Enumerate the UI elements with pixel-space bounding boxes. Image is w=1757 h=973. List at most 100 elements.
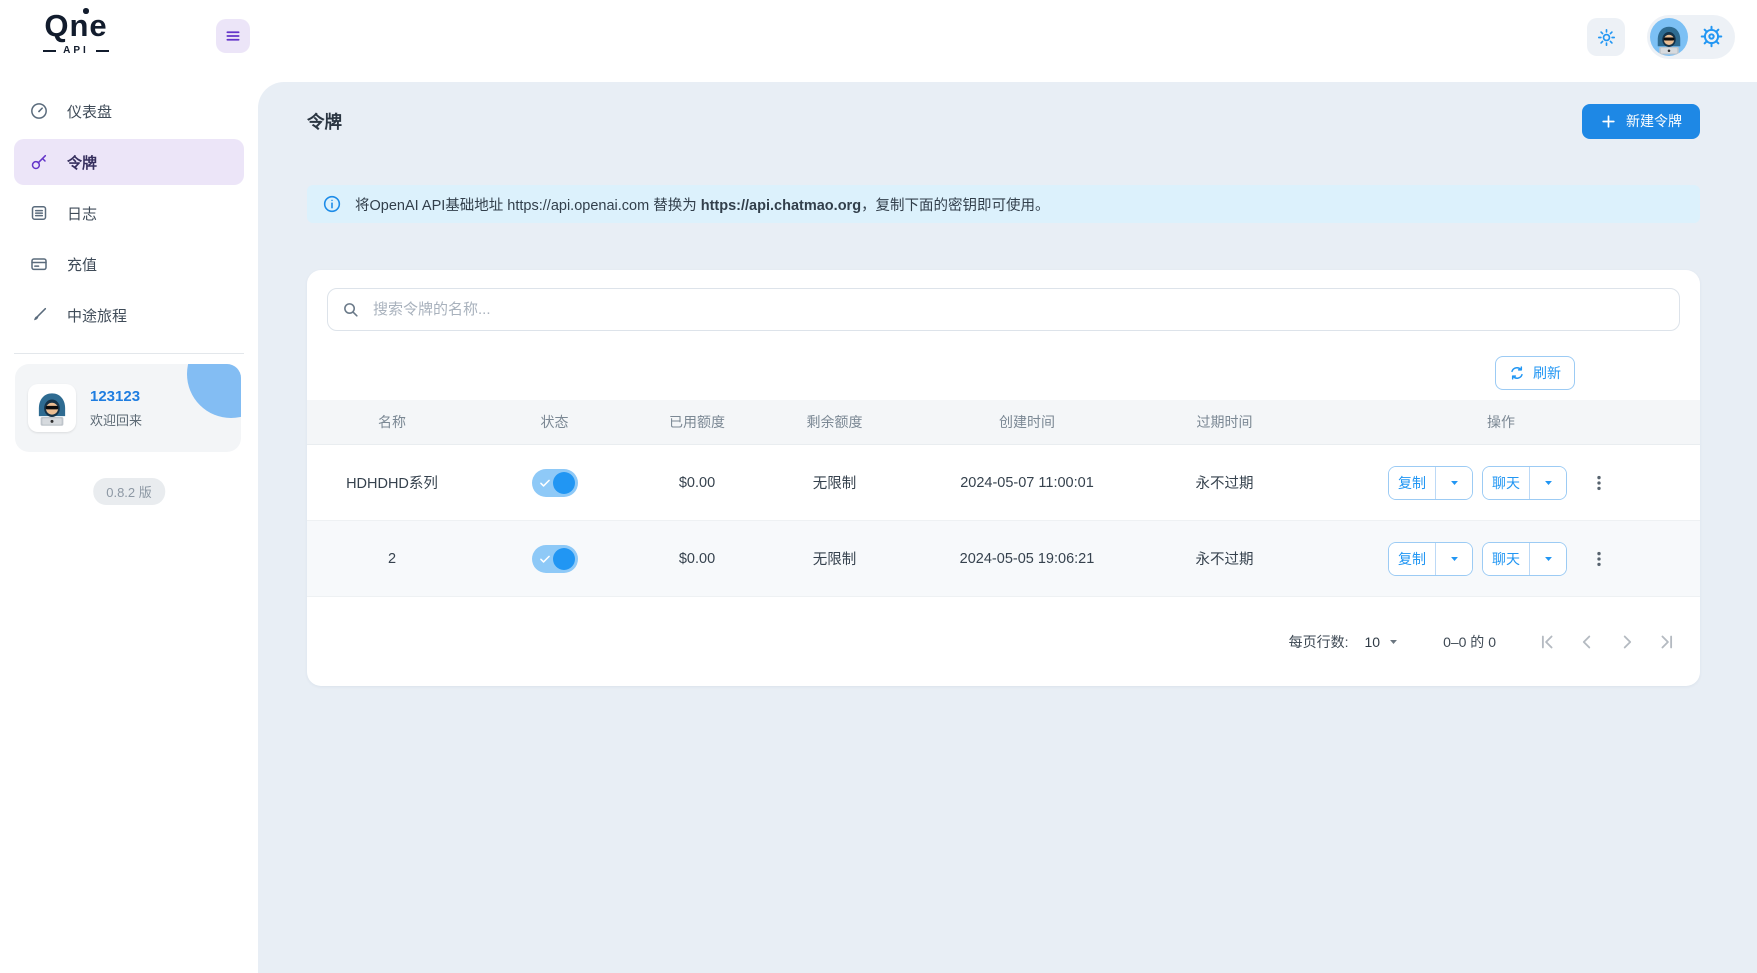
first-page-icon bbox=[1536, 631, 1558, 653]
kebab-icon bbox=[1589, 473, 1609, 493]
token-row: 2 $0.00 无限制 2024-05-05 19:06:21 永不过期 复制 … bbox=[307, 521, 1700, 597]
sidebar-divider bbox=[14, 353, 244, 354]
column-header-6: 操作 bbox=[1487, 414, 1515, 430]
token-used-quota: $0.00 bbox=[678, 474, 716, 491]
sidebar-item-label: 中途旅程 bbox=[67, 307, 128, 325]
copy-split-button: 复制 bbox=[1388, 541, 1473, 576]
page-title: 令牌 bbox=[307, 111, 342, 132]
rows-per-page-select[interactable]: 10 bbox=[1364, 634, 1401, 650]
token-row: HDHDHD系列 $0.00 无限制 2024-05-07 11:00:01 永… bbox=[307, 445, 1700, 521]
more-actions-button[interactable] bbox=[1584, 466, 1614, 500]
sidebar-nav: 仪表盘 令牌 日志 充值 中途旅程 bbox=[14, 88, 244, 338]
sidebar-item-dashboard[interactable]: 仪表盘 bbox=[14, 88, 244, 134]
new-token-button[interactable]: 新建令牌 bbox=[1582, 103, 1700, 139]
plus-icon bbox=[1600, 113, 1617, 130]
last-page-button[interactable] bbox=[1654, 629, 1680, 655]
token-name: HDHDHD系列 bbox=[346, 476, 438, 492]
column-header-0: 名称 bbox=[378, 414, 406, 430]
copy-dropdown-button[interactable] bbox=[1435, 542, 1472, 575]
notice-banner: 将OpenAI API基础地址 https://api.openai.com 替… bbox=[307, 185, 1700, 223]
chevron-right-icon bbox=[1616, 631, 1638, 653]
profile-pill bbox=[1647, 15, 1735, 59]
refresh-label: 刷新 bbox=[1533, 365, 1561, 381]
theme-toggle-button[interactable] bbox=[1587, 18, 1625, 56]
check-icon bbox=[538, 476, 552, 490]
app-logo: Qne API bbox=[20, 8, 132, 56]
caret-down-icon bbox=[1447, 551, 1462, 566]
token-expiry-time: 永不过期 bbox=[1195, 476, 1254, 492]
token-status-toggle[interactable] bbox=[531, 544, 578, 573]
pagination-nav bbox=[1534, 629, 1680, 655]
token-expiry-time: 永不过期 bbox=[1195, 552, 1254, 568]
sidebar-item-tokens[interactable]: 令牌 bbox=[14, 139, 244, 185]
sidebar-item-logs[interactable]: 日志 bbox=[14, 190, 244, 236]
token-used-quota: $0.00 bbox=[678, 550, 716, 567]
chat-button[interactable]: 聊天 bbox=[1483, 542, 1529, 575]
token-name: 2 bbox=[387, 550, 397, 567]
previous-page-button[interactable] bbox=[1574, 629, 1600, 655]
logo-dash-left bbox=[43, 49, 57, 52]
logo-dash-right bbox=[95, 49, 109, 52]
greeting-text: 欢迎回来 bbox=[90, 412, 143, 428]
next-page-button[interactable] bbox=[1614, 629, 1640, 655]
token-created-time: 2024-05-07 11:00:01 bbox=[960, 474, 1094, 491]
column-header-1: 状态 bbox=[540, 414, 569, 430]
search-icon bbox=[341, 300, 360, 319]
caret-down-icon bbox=[1386, 634, 1401, 649]
chat-split-button: 聊天 bbox=[1482, 541, 1567, 576]
credit-card-icon bbox=[29, 254, 49, 274]
more-actions-button[interactable] bbox=[1584, 542, 1614, 576]
chat-button[interactable]: 聊天 bbox=[1483, 466, 1529, 499]
pagination-bar: 每页行数: 10 0–0 的 0 bbox=[307, 597, 1700, 686]
column-header-2: 已用额度 bbox=[669, 414, 725, 430]
avatar bbox=[28, 384, 76, 432]
sidebar-toggle-button[interactable] bbox=[216, 19, 250, 53]
logo-text: Qne bbox=[44, 8, 108, 43]
notice-text: 将OpenAI API基础地址 https://api.openai.com 替… bbox=[355, 194, 1050, 215]
token-status-toggle[interactable] bbox=[531, 468, 578, 497]
logs-icon bbox=[29, 203, 49, 223]
page-range-text: 0–0 的 0 bbox=[1443, 633, 1496, 650]
search-row bbox=[307, 270, 1700, 331]
copy-split-button: 复制 bbox=[1388, 465, 1473, 500]
notice-suffix: ，复制下面的密钥即可使用。 bbox=[861, 197, 1050, 214]
user-card[interactable]: 123123 欢迎回来 bbox=[15, 364, 241, 452]
refresh-row: 刷新 bbox=[307, 356, 1700, 390]
logo-subtitle-row: API bbox=[20, 45, 132, 56]
caret-down-icon bbox=[1541, 475, 1556, 490]
search-input[interactable] bbox=[371, 300, 1666, 319]
search-box bbox=[327, 288, 1680, 331]
settings-button[interactable] bbox=[1698, 24, 1724, 50]
topbar-actions bbox=[1587, 15, 1735, 59]
caret-down-icon bbox=[1447, 475, 1462, 490]
sidebar-item-midjourney[interactable]: 中途旅程 bbox=[14, 292, 244, 338]
sidebar-item-recharge[interactable]: 充值 bbox=[14, 241, 244, 287]
notice-bold-url: https://api.chatmao.org bbox=[700, 197, 862, 214]
chat-dropdown-button[interactable] bbox=[1529, 466, 1566, 499]
key-icon bbox=[29, 152, 49, 172]
first-page-button[interactable] bbox=[1534, 629, 1560, 655]
info-icon bbox=[322, 194, 342, 214]
hamburger-icon bbox=[224, 27, 242, 45]
column-header-5: 过期时间 bbox=[1196, 414, 1253, 430]
sidebar-item-label: 仪表盘 bbox=[67, 103, 113, 121]
copy-button[interactable]: 复制 bbox=[1389, 542, 1435, 575]
copy-dropdown-button[interactable] bbox=[1435, 466, 1472, 499]
toggle-thumb bbox=[552, 471, 575, 494]
token-created-time: 2024-05-05 19:06:21 bbox=[959, 550, 1095, 567]
kebab-icon bbox=[1589, 549, 1609, 569]
chat-dropdown-button[interactable] bbox=[1529, 542, 1566, 575]
caret-down-icon bbox=[1541, 551, 1556, 566]
token-remaining-quota: 无限制 bbox=[812, 476, 857, 492]
main-panel: 令牌 新建令牌 将OpenAI API基础地址 https://api.open… bbox=[258, 82, 1757, 973]
dashboard-icon bbox=[29, 101, 49, 121]
user-meta: 123123 欢迎回来 bbox=[90, 388, 142, 429]
paintbrush-icon bbox=[29, 305, 49, 325]
last-page-icon bbox=[1656, 631, 1678, 653]
avatar[interactable] bbox=[1650, 18, 1688, 56]
sidebar-item-label: 充值 bbox=[67, 256, 98, 274]
hacker-avatar-icon bbox=[1651, 23, 1687, 56]
refresh-button[interactable]: 刷新 bbox=[1495, 356, 1575, 390]
hacker-avatar-icon bbox=[31, 389, 73, 431]
copy-button[interactable]: 复制 bbox=[1389, 466, 1435, 499]
